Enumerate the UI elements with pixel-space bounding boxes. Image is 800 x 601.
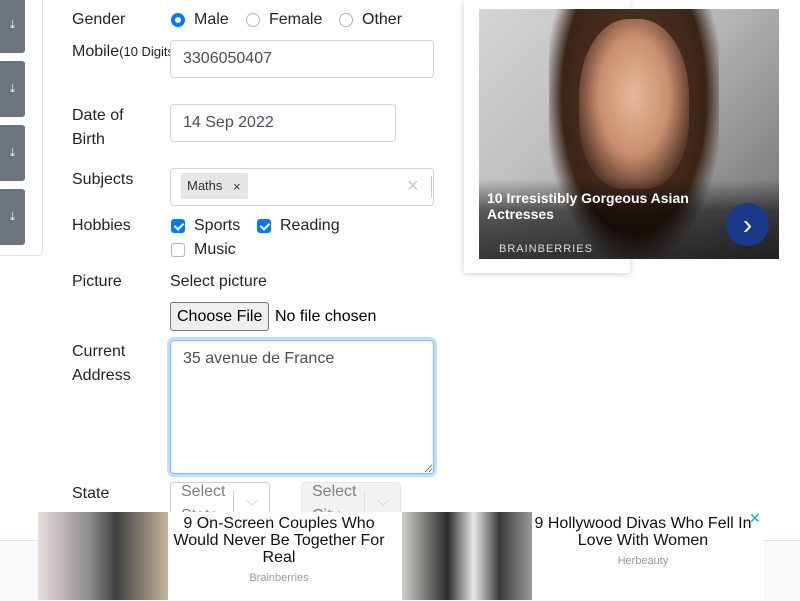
dob-label-line1: Date of <box>72 107 124 124</box>
subjects-separator <box>431 176 432 198</box>
state-label: State <box>72 485 110 502</box>
gender-male-radio[interactable] <box>171 13 185 27</box>
address-label: Current Address <box>72 340 131 388</box>
bottom-ad-image-1[interactable] <box>38 512 168 600</box>
download-button[interactable]: ⤓ <box>0 189 25 245</box>
gender-female-label[interactable]: Female <box>269 8 322 32</box>
hobby-reading-checkbox[interactable] <box>257 219 271 233</box>
hobby-reading-label[interactable]: Reading <box>280 214 340 238</box>
hobbies-label: Hobbies <box>72 217 131 234</box>
bottom-ad-title-1[interactable]: 9 On-Screen Couples Who Would Never Be T… <box>168 515 390 566</box>
download-icon: ⤓ <box>10 146 15 159</box>
gender-label: Gender <box>72 11 126 28</box>
ad-title[interactable]: 10 Irresistibly Gorgeous Asian Actresses <box>487 190 702 222</box>
download-icon: ⤓ <box>10 18 15 31</box>
bottom-ad-title-2[interactable]: 9 Hollywood Divas Who Fell In Love With … <box>532 515 754 549</box>
download-button[interactable]: ⤓ <box>0 0 25 53</box>
state-select-separator <box>233 491 234 513</box>
gender-male-label[interactable]: Male <box>194 8 229 32</box>
ad-brand: BRAINBERRIES <box>499 243 593 255</box>
subject-chip-label: Maths <box>187 178 223 193</box>
gender-other-label[interactable]: Other <box>362 8 402 32</box>
subject-chip-remove-icon[interactable]: × <box>233 179 241 194</box>
bottom-ad-image-2[interactable] <box>402 512 532 600</box>
select-picture-label: Select picture <box>170 273 267 290</box>
bottom-ad-source-2: Herbeauty <box>617 555 669 567</box>
hobby-sports-checkbox[interactable] <box>171 219 185 233</box>
download-icon: ⤓ <box>10 210 15 223</box>
chevron-down-icon[interactable]: ⌵ <box>377 493 389 511</box>
close-icon[interactable]: ✕ <box>749 510 761 527</box>
mobile-input[interactable]: 3306050407 <box>170 40 434 78</box>
date-of-birth-input[interactable]: 14 Sep 2022 <box>170 104 396 142</box>
city-select-separator <box>364 491 365 513</box>
ad-image[interactable]: 10 Irresistibly Gorgeous Asian Actresses… <box>479 9 779 259</box>
subjects-label: Subjects <box>72 171 134 188</box>
ad-photo-face <box>579 19 689 189</box>
hobby-sports-label[interactable]: Sports <box>194 214 240 238</box>
gender-female-radio[interactable] <box>246 13 260 27</box>
file-status: No file chosen <box>275 308 377 325</box>
chip-divider <box>249 173 250 199</box>
chevron-right-icon[interactable]: › <box>726 203 769 246</box>
download-button[interactable]: ⤓ <box>0 125 25 181</box>
current-address-textarea[interactable]: 35 avenue de France <box>170 340 434 474</box>
hobby-music-checkbox[interactable] <box>171 243 185 257</box>
dob-label: Date of Birth <box>72 104 124 152</box>
hobby-music-label[interactable]: Music <box>194 238 236 262</box>
mobile-label-text: Mobile <box>72 43 120 60</box>
address-label-line1: Current <box>72 343 126 360</box>
address-label-line2: Address <box>72 367 131 384</box>
gender-other-radio[interactable] <box>339 13 353 27</box>
choose-file-button[interactable]: Choose File <box>170 302 270 331</box>
picture-label: Picture <box>72 273 122 290</box>
bottom-ad-source-1: Brainberries <box>249 572 309 584</box>
chevron-down-icon[interactable]: ⌵ <box>246 493 258 511</box>
clear-icon[interactable]: × <box>407 176 419 196</box>
download-button[interactable]: ⤓ <box>0 61 25 117</box>
download-icon: ⤓ <box>10 82 15 95</box>
dob-label-line2: Birth <box>72 131 105 148</box>
